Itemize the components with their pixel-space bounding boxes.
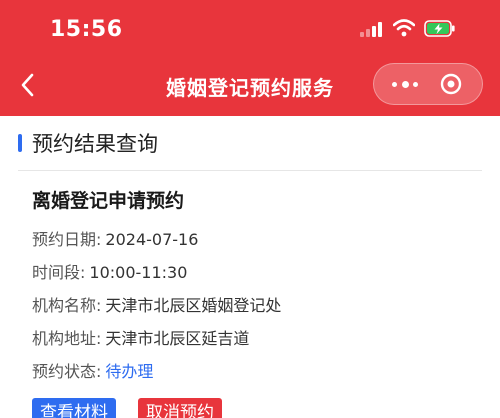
cancel-booking-button[interactable]: 取消预约	[138, 398, 222, 418]
mini-program-capsule	[373, 63, 483, 105]
field-label: 预约状态:	[32, 362, 102, 381]
status-value: 待办理	[105, 362, 154, 381]
field-value: 天津市北辰区延吉道	[105, 329, 250, 348]
field-label: 时间段:	[32, 263, 86, 282]
record-title: 离婚登记申请预约	[32, 190, 185, 212]
field-date: 预约日期: 2024-07-16	[32, 226, 198, 252]
field-institution-address: 机构地址: 天津市北辰区延吉道	[32, 325, 249, 351]
section-title: 预约结果查询	[32, 132, 158, 156]
view-materials-button[interactable]: 查看材料	[32, 398, 116, 418]
field-label: 预约日期:	[32, 230, 102, 249]
result-card: 预约结果查询 离婚登记申请预约 预约日期: 2024-07-16 时间段: 10:0…	[0, 116, 500, 418]
header: 15:56 婚姻登记预约服务	[0, 0, 500, 116]
field-time-slot: 时间段: 10:00-11:30	[32, 259, 187, 285]
status-bar: 15:56	[0, 0, 500, 56]
field-value: 10:00-11:30	[89, 263, 188, 282]
field-label: 机构名称:	[32, 296, 102, 315]
battery-charging-icon	[424, 20, 455, 37]
divider	[18, 170, 482, 171]
field-label: 机构地址:	[32, 329, 102, 348]
close-target-icon[interactable]	[440, 73, 462, 95]
section-accent-bar	[18, 134, 22, 152]
cellular-signal-icon	[360, 21, 386, 37]
status-time: 15:56	[50, 17, 123, 42]
field-value: 天津市北辰区婚姻登记处	[105, 296, 282, 315]
nav-bar: 婚姻登记预约服务	[0, 56, 500, 116]
field-institution-name: 机构名称: 天津市北辰区婚姻登记处	[32, 292, 281, 318]
more-dots-icon[interactable]	[392, 77, 418, 91]
wifi-icon	[393, 19, 415, 37]
field-value: 2024-07-16	[105, 230, 199, 249]
field-status: 预约状态: 待办理	[32, 358, 153, 384]
